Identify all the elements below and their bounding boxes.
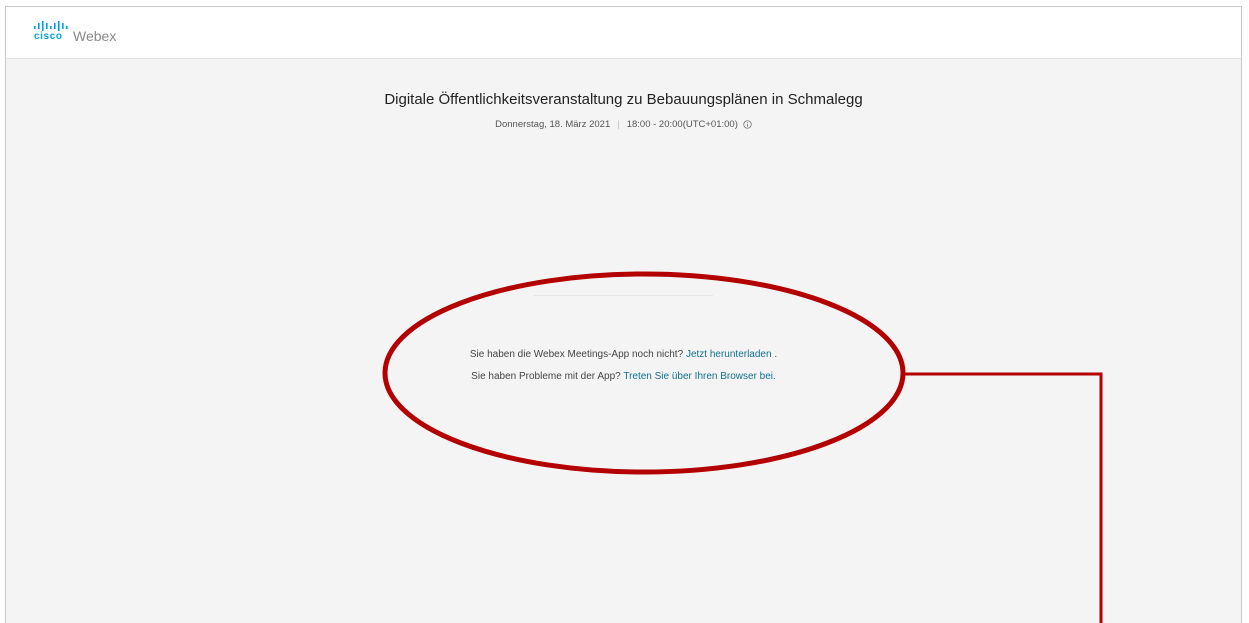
- download-app-suffix: .: [774, 349, 778, 360]
- cisco-brand: cisco: [34, 21, 68, 42]
- top-bar: cisco Webex: [6, 7, 1241, 59]
- schedule-separator: |: [617, 119, 620, 130]
- download-app-text: Sie haben die Webex Meetings-App noch ni…: [469, 349, 684, 360]
- download-app-message: Sie haben die Webex Meetings-App noch ni…: [6, 349, 1241, 360]
- meeting-title: Digitale Öffentlichkeitsveranstaltung zu…: [384, 91, 863, 108]
- meeting-time: 18:00 - 20:00(UTC+01:00): [626, 119, 738, 130]
- section-divider: [533, 295, 713, 296]
- info-icon[interactable]: [743, 120, 752, 129]
- cisco-bars-icon: [34, 21, 68, 31]
- download-now-link[interactable]: Jetzt herunterladen: [686, 349, 772, 360]
- meeting-schedule: Donnerstag, 18. März 2021 | 18:00 - 20:0…: [6, 119, 1241, 130]
- browser-page: cisco Webex Digitale Öffentlichkeitsvera…: [5, 6, 1242, 623]
- cisco-wordmark: cisco: [34, 31, 63, 42]
- join-via-browser-link[interactable]: Treten Sie über Ihren Browser bei.: [623, 371, 775, 382]
- webex-logo[interactable]: cisco Webex: [34, 21, 117, 44]
- browser-join-message: Sie haben Probleme mit der App? Treten S…: [6, 371, 1241, 382]
- app-problem-text: Sie haben Probleme mit der App?: [471, 371, 621, 382]
- webex-wordmark: Webex: [73, 28, 117, 44]
- meeting-date: Donnerstag, 18. März 2021: [495, 119, 611, 130]
